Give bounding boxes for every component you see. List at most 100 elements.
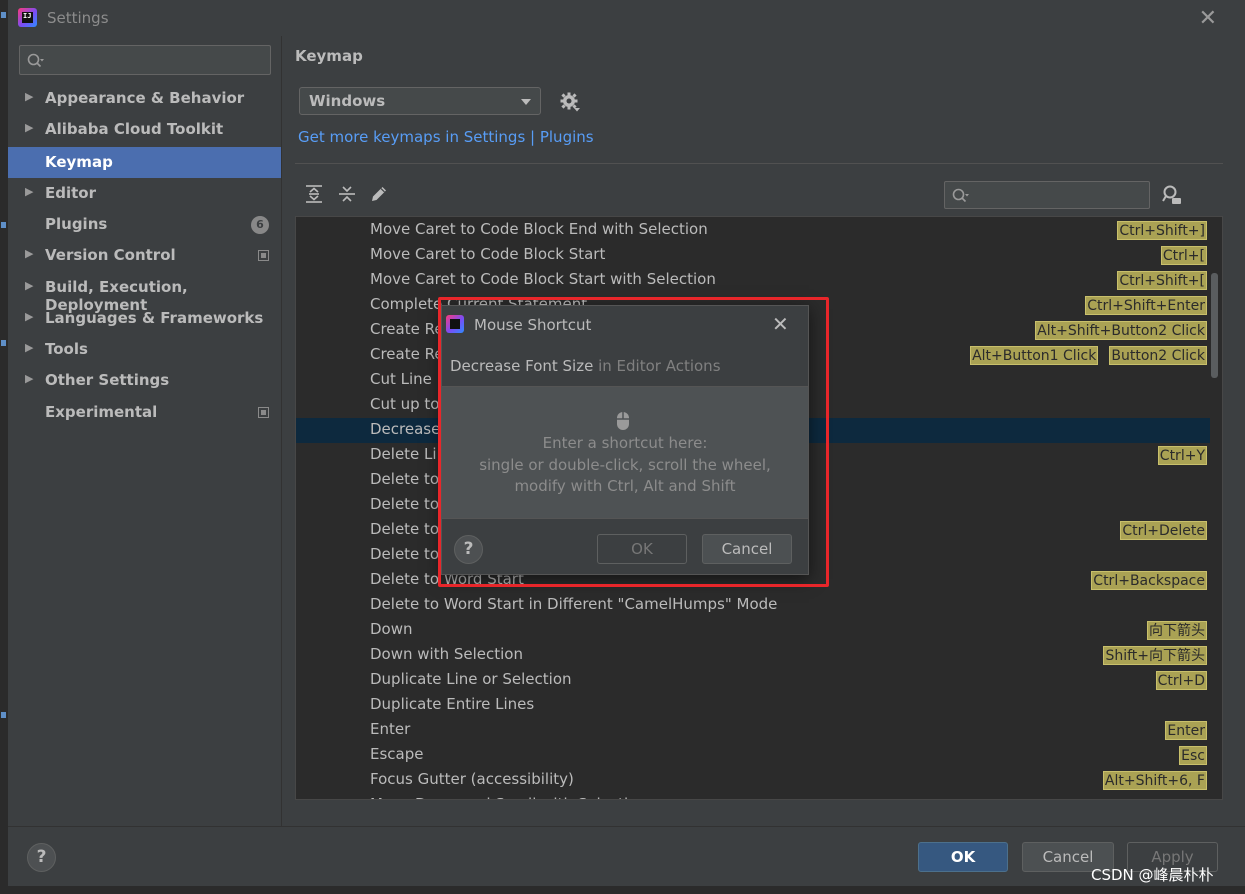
action-name: Duplicate Line or Selection xyxy=(370,670,572,688)
sidebar-item-experimental[interactable]: Experimental xyxy=(8,397,281,428)
shortcut-badge: 向下箭头 xyxy=(1147,621,1207,640)
shortcut-list: Ctrl+Delete xyxy=(1120,521,1207,540)
action-name: Down xyxy=(370,620,413,638)
dialog-title: Mouse Shortcut xyxy=(474,316,592,334)
settings-search-input[interactable] xyxy=(19,45,271,75)
expand-arrow-icon[interactable]: ▶ xyxy=(25,279,33,292)
settings-search-field[interactable] xyxy=(50,46,265,74)
shortcut-badge: Ctrl+Y xyxy=(1157,446,1207,465)
sidebar-item-other-settings[interactable]: ▶ Other Settings xyxy=(8,365,281,396)
sidebar-item-version-control[interactable]: ▶ Version Control xyxy=(8,240,281,271)
expand-arrow-icon[interactable]: ▶ xyxy=(25,372,33,385)
shortcut-list: Alt+Shift+Button2 Click xyxy=(1035,321,1207,340)
shortcut-list: Shift+向下箭头 xyxy=(1103,646,1207,665)
taskbar-edge xyxy=(0,886,1245,894)
close-icon[interactable]: ✕ xyxy=(772,312,789,336)
close-icon[interactable]: ✕ xyxy=(1199,6,1217,31)
shortcut-badge: Button2 Click xyxy=(1109,346,1207,365)
action-name: Cut Line xyxy=(370,370,432,388)
sidebar-item-languages-frameworks[interactable]: ▶ Languages & Frameworks xyxy=(8,303,281,334)
left-edge-strip xyxy=(0,0,8,894)
shortcut-badge: Ctrl+Shift+] xyxy=(1117,221,1207,240)
expand-arrow-icon[interactable]: ▶ xyxy=(25,247,33,260)
plugins-update-badge: 6 xyxy=(251,216,269,234)
table-row[interactable]: Duplicate Line or Selection Ctrl+D xyxy=(296,668,1210,693)
sidebar-item-keymap[interactable]: Keymap xyxy=(8,147,281,178)
shortcut-list: Ctrl+[ xyxy=(1160,246,1207,265)
project-level-icon xyxy=(258,407,269,418)
ok-button[interactable]: OK xyxy=(918,842,1008,872)
keymap-scheme-select[interactable]: Windows xyxy=(299,87,541,115)
shortcut-list: Ctrl+Y xyxy=(1157,446,1207,465)
table-row[interactable]: Move Caret to Code Block Start Ctrl+[ xyxy=(296,243,1210,268)
vertical-scrollbar[interactable] xyxy=(1211,273,1218,378)
csdn-watermark: CSDN @峰晨朴朴 xyxy=(1091,866,1214,884)
table-row[interactable]: Down 向下箭头 xyxy=(296,618,1210,643)
table-row[interactable]: Move Caret to Code Block Start with Sele… xyxy=(296,268,1210,293)
shortcut-list: Enter xyxy=(1165,721,1207,740)
table-row[interactable]: Enter Enter xyxy=(296,718,1210,743)
horizontal-divider xyxy=(295,163,1223,164)
edit-pencil-icon[interactable] xyxy=(370,185,388,203)
project-level-icon xyxy=(258,250,269,261)
shortcut-badge: Ctrl+Delete xyxy=(1120,521,1207,540)
help-button[interactable]: ? xyxy=(27,843,56,872)
expand-arrow-icon[interactable]: ▶ xyxy=(25,341,33,354)
expand-arrow-icon[interactable]: ▶ xyxy=(25,310,33,323)
shortcut-list: Ctrl+Backspace xyxy=(1091,571,1207,590)
sidebar-item-build-execution-deployment[interactable]: ▶ Build, Execution, Deployment xyxy=(8,272,281,314)
page-title: Keymap xyxy=(295,47,363,65)
sidebar-item-label: Experimental xyxy=(45,403,158,421)
shortcut-badge: Alt+Button1 Click xyxy=(970,346,1099,365)
sidebar-item-alibaba-cloud-toolkit[interactable]: ▶ Alibaba Cloud Toolkit xyxy=(8,114,281,145)
shortcut-hint: Enter a shortcut here: single or double-… xyxy=(442,433,808,498)
get-more-keymaps-link[interactable]: Get more keymaps in Settings | Plugins xyxy=(298,128,594,146)
dialog-help-button[interactable]: ? xyxy=(454,535,483,564)
dialog-ok-button[interactable]: OK xyxy=(597,534,687,564)
expand-arrow-icon[interactable]: ▶ xyxy=(25,185,33,198)
sidebar-item-plugins[interactable]: Plugins 6 xyxy=(8,209,281,240)
table-row[interactable]: Delete to Word Start in Different "Camel… xyxy=(296,593,1210,618)
expand-arrow-icon[interactable]: ▶ xyxy=(25,121,33,134)
action-name: Duplicate Entire Lines xyxy=(370,695,535,713)
table-row[interactable]: Down with Selection Shift+向下箭头 xyxy=(296,643,1210,668)
shortcut-badge: Enter xyxy=(1165,721,1207,740)
shortcut-badge: Ctrl+Backspace xyxy=(1091,571,1207,590)
dialog-cancel-button[interactable]: Cancel xyxy=(702,534,792,564)
table-row[interactable]: Move Caret to Code Block End with Select… xyxy=(296,218,1210,243)
gear-icon[interactable] xyxy=(560,92,580,112)
sidebar-item-label: Other Settings xyxy=(45,371,170,389)
keymap-search-input[interactable] xyxy=(944,181,1150,209)
sidebar-item-label: Tools xyxy=(45,340,88,358)
sidebar-item-label: Alibaba Cloud Toolkit xyxy=(45,120,224,138)
shortcut-list: Ctrl+D xyxy=(1155,671,1207,690)
shortcut-list: Ctrl+Shift+] xyxy=(1117,221,1207,240)
table-row[interactable]: Focus Gutter (accessibility) Alt+Shift+6,… xyxy=(296,768,1210,793)
expand-all-icon[interactable] xyxy=(305,185,323,203)
action-name: Focus Gutter (accessibility) xyxy=(370,770,574,788)
table-row[interactable]: Move Down and Scroll with Selection xyxy=(296,793,1210,799)
find-by-shortcut-icon[interactable] xyxy=(1162,185,1182,205)
sidebar-item-tools[interactable]: ▶ Tools xyxy=(8,334,281,365)
sidebar-item-label: Appearance & Behavior xyxy=(45,89,245,107)
action-name: Move Down and Scroll with Selection xyxy=(370,795,647,799)
sidebar-item-label: Editor xyxy=(45,184,96,202)
shortcut-badge: Alt+Shift+6, F xyxy=(1102,771,1207,790)
action-name: Move Caret to Code Block Start with Sele… xyxy=(370,270,716,288)
shortcut-list: Alt+Shift+6, F xyxy=(1102,771,1207,790)
shortcut-badge: Alt+Shift+Button2 Click xyxy=(1035,321,1207,340)
sidebar-item-label: Keymap xyxy=(45,153,113,171)
expand-arrow-icon[interactable]: ▶ xyxy=(25,90,33,103)
search-icon xyxy=(27,53,44,68)
action-name: Enter xyxy=(370,720,411,738)
table-row[interactable]: Duplicate Entire Lines xyxy=(296,693,1210,718)
collapse-all-icon[interactable] xyxy=(338,185,356,203)
shortcut-list: Ctrl+Shift+[ xyxy=(1117,271,1207,290)
sidebar-item-appearance-behavior[interactable]: ▶ Appearance & Behavior xyxy=(8,83,281,114)
shortcut-badge: Ctrl+[ xyxy=(1160,246,1207,265)
action-context: in Editor Actions xyxy=(598,357,721,375)
mouse-shortcut-input-area[interactable]: Enter a shortcut here: single or double-… xyxy=(442,386,808,519)
shortcut-badge: Ctrl+D xyxy=(1155,671,1207,690)
sidebar-item-editor[interactable]: ▶ Editor xyxy=(8,178,281,209)
table-row[interactable]: Escape Esc xyxy=(296,743,1210,768)
